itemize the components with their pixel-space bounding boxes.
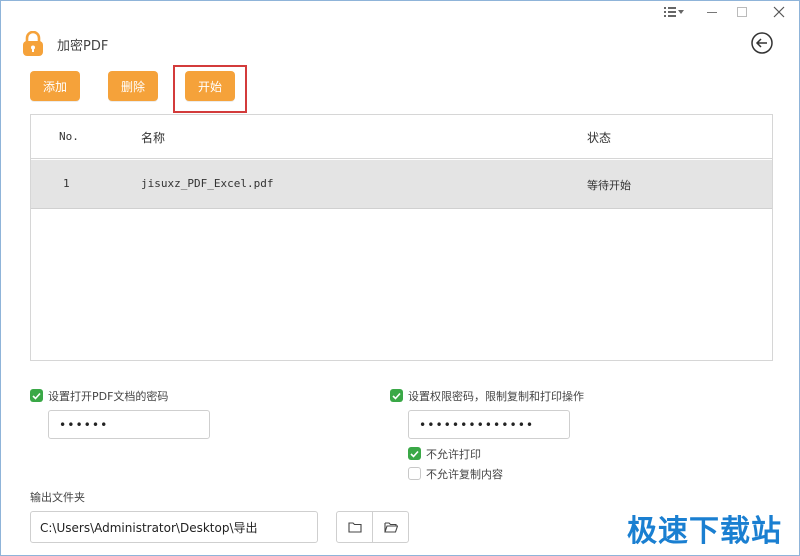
start-button[interactable]: 开始	[185, 71, 235, 101]
check-icon	[410, 450, 419, 458]
permission-password-checkbox[interactable]	[390, 389, 403, 402]
lock-icon	[21, 30, 45, 57]
row-number: 1	[63, 177, 70, 190]
file-table: No. 名称 状态 1 jisuxz_PDF_Excel.pdf 等待开始	[30, 114, 773, 361]
column-header-name[interactable]: 名称	[141, 129, 165, 146]
no-copy-checkbox[interactable]	[408, 467, 421, 480]
check-icon	[392, 392, 401, 400]
file-status: 等待开始	[587, 179, 631, 192]
column-header-status[interactable]: 状态	[587, 129, 611, 146]
no-print-checkbox[interactable]	[408, 447, 421, 460]
column-header-no[interactable]: No.	[59, 130, 79, 143]
close-icon[interactable]	[767, 3, 791, 21]
delete-button[interactable]: 删除	[108, 71, 158, 101]
maximize-icon[interactable]	[731, 3, 753, 21]
open-password-checkbox[interactable]	[30, 389, 43, 402]
back-icon[interactable]	[750, 31, 774, 55]
open-folder-icon[interactable]	[372, 511, 409, 543]
check-icon	[32, 392, 41, 400]
output-folder-input[interactable]: C:\Users\Administrator\Desktop\导出	[30, 511, 318, 543]
menu-icon[interactable]	[661, 3, 687, 21]
permission-password-label: 设置权限密码，限制复制和打印操作	[408, 390, 584, 403]
open-password-input[interactable]: ••••••	[48, 410, 210, 439]
table-header: No. 名称 状态	[31, 115, 772, 159]
app-window: 加密PDF 添加 删除 开始 No. 名称 状态 1 jisuxz_PDF_Ex…	[0, 0, 800, 556]
table-row[interactable]: 1 jisuxz_PDF_Excel.pdf 等待开始	[31, 160, 772, 209]
no-copy-label: 不允许复制内容	[426, 468, 503, 481]
folder-icon[interactable]	[336, 511, 373, 543]
app-title: 加密PDF	[57, 39, 109, 54]
output-folder-label: 输出文件夹	[30, 491, 85, 504]
watermark: 极速下载站	[627, 514, 782, 549]
no-print-label: 不允许打印	[426, 448, 481, 461]
minimize-icon[interactable]	[699, 3, 725, 21]
open-password-label: 设置打开PDF文档的密码	[48, 390, 169, 403]
add-button[interactable]: 添加	[30, 71, 80, 101]
file-name: jisuxz_PDF_Excel.pdf	[141, 177, 274, 190]
permission-password-input[interactable]: ••••••••••••••	[408, 410, 570, 439]
